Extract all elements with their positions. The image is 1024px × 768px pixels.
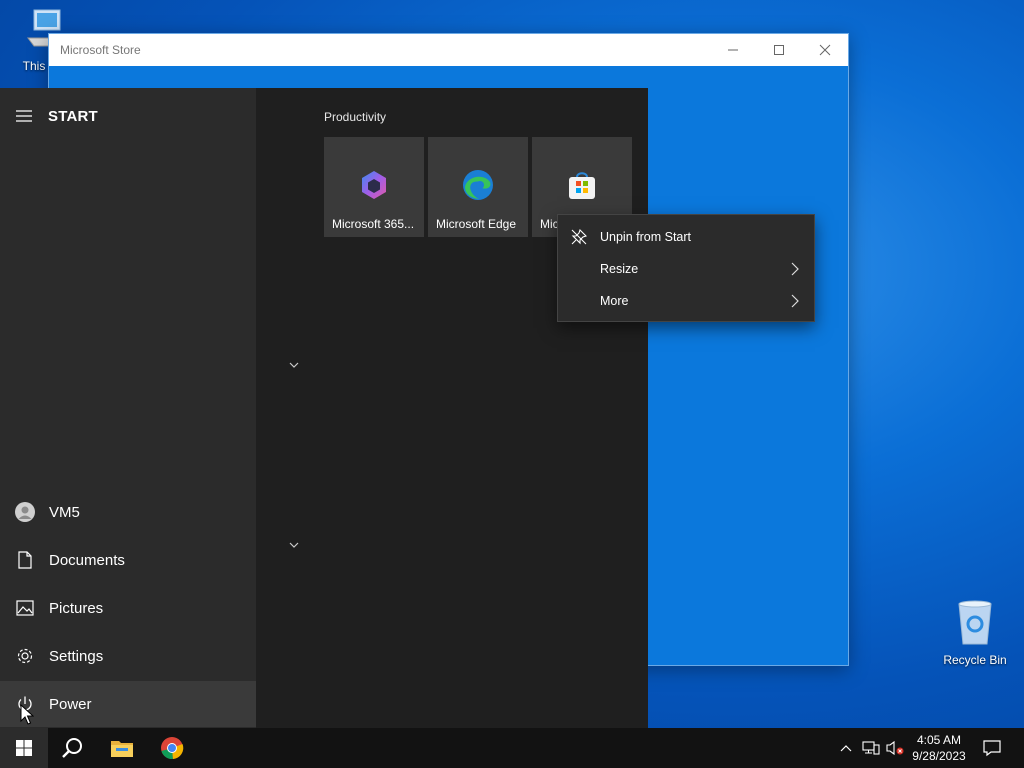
mouse-cursor-icon [20,704,34,725]
start-button[interactable] [0,728,48,768]
context-menu-label: More [600,294,629,308]
action-center-button[interactable] [976,728,1008,768]
chevron-down-icon[interactable] [286,357,302,373]
file-explorer-button[interactable] [98,728,146,768]
file-explorer-icon [111,741,133,757]
start-item-label: Pictures [49,599,104,617]
hamburger-menu-icon[interactable] [0,110,48,122]
start-item-user[interactable]: VM5 [0,489,256,535]
volume-tray-button[interactable] [884,728,906,768]
window-title: Microsoft Store [60,43,141,57]
start-menu-header[interactable]: START [0,102,98,130]
windows-start-icon [16,740,32,756]
chevron-right-icon [791,294,799,308]
network-tray-button[interactable] [860,728,882,768]
notification-icon [983,740,1001,757]
context-menu-label: Resize [600,262,639,276]
tile-context-menu: Unpin from Start Resize More [557,214,815,322]
maximize-icon [774,45,784,55]
window-titlebar[interactable]: Microsoft Store [49,34,848,66]
edge-icon [463,170,493,200]
user-avatar-icon [14,502,35,522]
volume-muted-icon [886,740,904,756]
taskbar: 4:05 AM 9/28/2023 [0,728,1024,768]
start-menu-sidebar: START VM5 Documents Pictures Settings Po… [0,88,256,728]
start-item-label: Power [49,695,92,713]
tile-label: Microsoft 365... [332,217,415,231]
document-icon [17,551,32,569]
chevron-down-icon[interactable] [286,537,302,553]
start-item-pictures[interactable]: Pictures [0,585,256,631]
context-menu-more[interactable]: More [558,285,814,317]
clock-time: 4:05 AM [916,733,962,747]
chrome-button[interactable] [148,728,196,768]
close-icon [819,44,831,56]
tile-microsoft-edge[interactable]: Microsoft Edge [428,137,528,237]
close-button[interactable] [802,34,848,66]
start-item-settings[interactable]: Settings [0,633,256,679]
gear-icon [17,648,32,664]
unpin-icon [571,229,587,245]
taskbar-clock[interactable]: 4:05 AM 9/28/2023 [906,728,972,768]
chevron-right-icon [791,262,799,276]
tile-label: Microsoft Edge [436,217,517,231]
context-menu-label: Unpin from Start [600,230,692,244]
show-hidden-icons-button[interactable] [836,728,856,768]
start-item-label: Documents [49,551,125,569]
network-icon [862,741,880,755]
context-menu-unpin[interactable]: Unpin from Start [558,221,814,253]
start-menu-title: START [48,107,98,125]
clock-date: 9/28/2023 [912,749,966,763]
pictures-icon [15,600,34,616]
maximize-button[interactable] [756,34,802,66]
start-item-label: Settings [49,647,104,665]
minimize-icon [728,49,738,51]
start-menu: START VM5 Documents Pictures Settings Po… [0,88,648,728]
chrome-icon [161,737,184,760]
start-item-documents[interactable]: Documents [0,537,256,583]
desktop-icon-recycle-bin[interactable]: Recycle Bin [935,600,1015,667]
desktop-icon-label: Recycle Bin [943,653,1007,667]
chevron-up-icon [840,745,852,752]
store-icon [569,172,595,199]
microsoft-365-icon [362,171,386,199]
tile-microsoft-365[interactable]: Microsoft 365... [324,137,424,237]
start-item-label: VM5 [49,503,80,521]
start-item-power[interactable]: Power [0,681,256,727]
recycle-bin-icon [958,600,992,645]
context-menu-resize[interactable]: Resize [558,253,814,285]
minimize-button[interactable] [710,34,756,66]
search-icon [62,738,82,758]
tile-group-title[interactable]: Productivity [324,110,386,124]
search-button[interactable] [48,728,96,768]
